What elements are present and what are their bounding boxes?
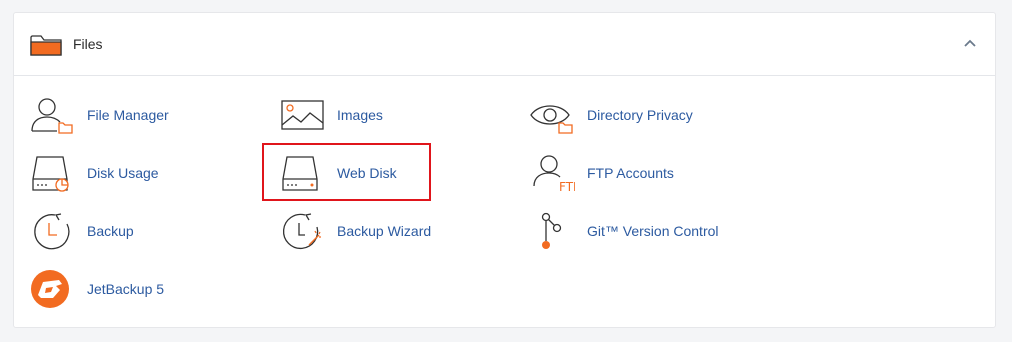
files-panel: Files File Manager Images Directory Priv… [13,12,996,328]
backup-label: Backup [87,223,134,239]
git-version-control-icon [541,212,562,249]
disk-usage-link[interactable]: Disk Usage [29,153,159,193]
backup-icon [34,213,70,250]
images-label: Images [337,107,383,123]
web-disk-highlight-box [262,143,431,201]
directory-privacy-link[interactable]: Directory Privacy [529,95,693,135]
chevron-up-icon[interactable] [963,38,977,48]
backup-wizard-icon [282,213,321,250]
file-manager-icon [31,98,73,134]
backup-wizard-link[interactable]: Backup Wizard [279,211,431,251]
directory-privacy-label: Directory Privacy [587,107,693,123]
file-manager-link[interactable]: File Manager [29,95,169,135]
file-manager-label: File Manager [87,107,169,123]
ftp-accounts-icon: FTP [533,155,575,193]
disk-usage-icon [32,156,69,192]
git-version-control-link[interactable]: Git™ Version Control [529,211,719,251]
images-icon [281,100,324,130]
backup-wizard-label: Backup Wizard [337,223,432,239]
git-version-control-label: Git™ Version Control [587,223,719,239]
disk-usage-label: Disk Usage [87,165,159,181]
files-section-header[interactable]: Files [14,13,995,76]
ftp-accounts-link[interactable]: FTP FTP Accounts [529,153,674,193]
jetbackup-icon [31,270,69,308]
directory-privacy-icon [530,105,573,134]
jetbackup-link[interactable]: JetBackup 5 [29,269,164,309]
jetbackup-label: JetBackup 5 [87,281,165,297]
section-title: Files [73,36,103,52]
svg-text:FTP: FTP [559,180,575,193]
backup-link[interactable]: Backup [29,211,134,251]
images-link[interactable]: Images [279,95,383,135]
folder-icon [30,35,62,56]
ftp-accounts-label: FTP Accounts [587,165,674,181]
